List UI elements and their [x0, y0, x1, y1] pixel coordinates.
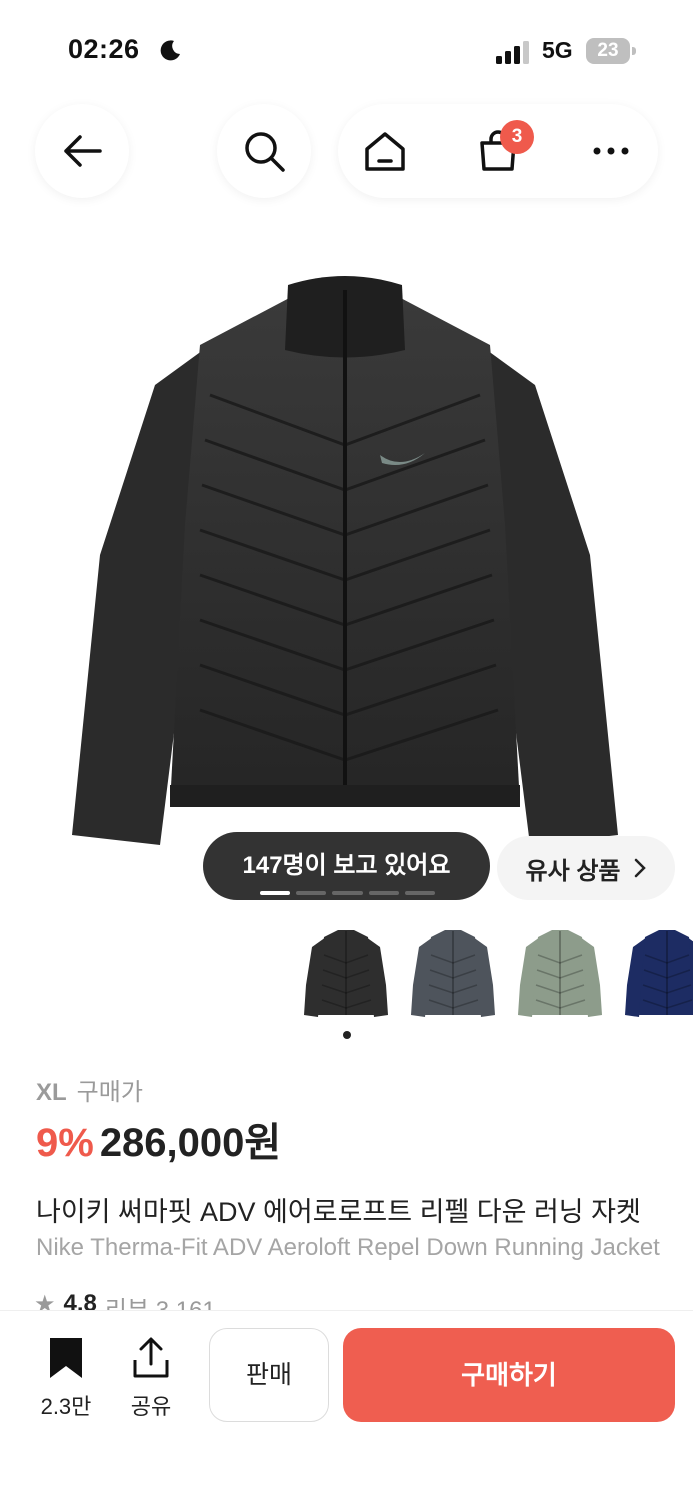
- price: 286,000원: [99, 1121, 282, 1165]
- viewers-badge: 147명이 보고 있어요: [203, 832, 490, 900]
- rating-row[interactable]: ★ 4.8 리뷰 3,161: [34, 1290, 216, 1310]
- similar-products-button[interactable]: 유사 상품: [497, 836, 675, 900]
- gallery-progress-segment: [368, 891, 399, 895]
- bookmark-button[interactable]: 2.3만: [28, 1336, 104, 1421]
- star-icon: ★: [34, 1291, 56, 1310]
- nav-actions-group: [338, 104, 658, 198]
- color-thumbnail[interactable]: [514, 925, 606, 1023]
- review-count: 리뷰 3,161: [105, 1290, 216, 1310]
- gallery-progress-segment: [404, 891, 436, 895]
- color-thumbnail[interactable]: [300, 925, 392, 1023]
- buy-button[interactable]: 구매하기: [343, 1328, 675, 1422]
- signal-icon: [496, 41, 529, 64]
- chevron-right-icon: [634, 858, 646, 878]
- color-thumbnail[interactable]: [407, 925, 499, 1023]
- bookmark-icon: [50, 1338, 82, 1378]
- price-type-label: 구매가: [76, 1079, 143, 1106]
- cart-button[interactable]: [451, 104, 545, 198]
- bookmark-count: 2.3만: [40, 1394, 92, 1419]
- search-button[interactable]: [217, 104, 311, 198]
- battery-level: 23: [597, 40, 619, 61]
- size-price-label: XL 구매가: [36, 1072, 143, 1107]
- price-row: 9% 286,000원: [36, 1110, 281, 1168]
- cart-count-badge: 3: [500, 120, 534, 154]
- back-arrow-icon: [64, 135, 102, 167]
- share-label: 공유: [130, 1394, 172, 1419]
- similar-products-label: 유사 상품: [525, 857, 621, 885]
- product-title-en: Nike Therma-Fit ADV Aeroloft Repel Down …: [36, 1234, 660, 1261]
- home-button[interactable]: [338, 104, 432, 198]
- share-icon: [133, 1337, 169, 1378]
- share-button[interactable]: 공유: [118, 1336, 184, 1421]
- thumbnail-page-dot: [343, 1031, 351, 1039]
- battery-icon: 23: [586, 38, 636, 64]
- more-button[interactable]: [564, 104, 658, 198]
- gallery-progress-segment: [296, 891, 327, 895]
- back-button[interactable]: [35, 104, 129, 198]
- gallery-progress: [260, 891, 436, 895]
- home-icon: [365, 132, 405, 171]
- discount-rate: 9%: [36, 1121, 94, 1165]
- more-dots-icon: [593, 147, 629, 155]
- size-label: XL: [36, 1079, 67, 1106]
- rating-score: 4.8: [63, 1290, 97, 1310]
- gallery-progress-segment: [260, 891, 291, 895]
- moon-icon: [160, 40, 180, 61]
- sell-button[interactable]: 판매: [209, 1328, 329, 1422]
- product-title-ko: 나이키 써마핏 ADV 에어로로프트 리펠 다운 러닝 자켓: [36, 1197, 641, 1227]
- network-type: 5G: [542, 37, 573, 63]
- product-image[interactable]: [60, 275, 630, 855]
- status-time: 02:26: [68, 34, 140, 64]
- gallery-progress-segment: [332, 891, 363, 895]
- search-icon: [245, 132, 285, 172]
- color-thumbnail[interactable]: [621, 925, 693, 1023]
- status-bar: 02:26 5G 23: [0, 0, 693, 100]
